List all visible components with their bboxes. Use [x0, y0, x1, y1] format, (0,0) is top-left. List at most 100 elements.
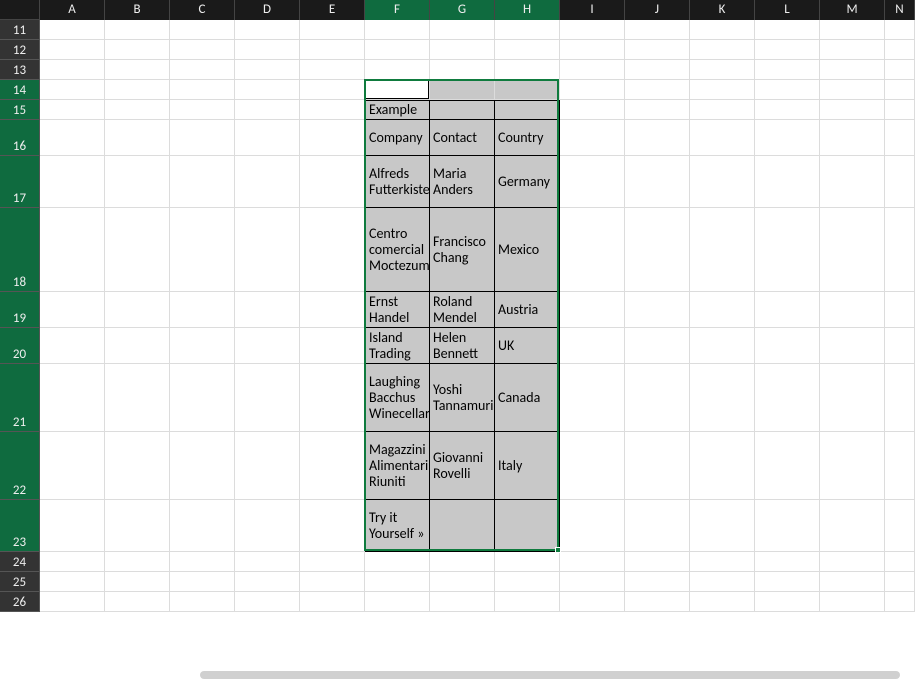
cell-B15[interactable]	[105, 100, 170, 120]
cell-J18[interactable]	[625, 208, 690, 292]
cell-B13[interactable]	[105, 60, 170, 80]
cell-D25[interactable]	[235, 572, 300, 592]
cell-J21[interactable]	[625, 364, 690, 432]
cell-N18[interactable]	[885, 208, 915, 292]
column-header-G[interactable]: G	[430, 0, 495, 20]
cell-B17[interactable]	[105, 156, 170, 208]
cell-F26[interactable]	[365, 592, 430, 612]
cell-K16[interactable]	[690, 120, 755, 156]
cell-H24[interactable]	[495, 552, 560, 572]
cell-I15[interactable]	[560, 100, 625, 120]
cell-G16[interactable]: Contact	[430, 120, 495, 156]
horizontal-scrollbar[interactable]	[200, 671, 900, 679]
cell-M20[interactable]	[820, 328, 885, 364]
cell-N21[interactable]	[885, 364, 915, 432]
cell-J11[interactable]	[625, 20, 690, 40]
cell-N14[interactable]	[885, 80, 915, 100]
cell-N22[interactable]	[885, 432, 915, 500]
row-header-11[interactable]: 11	[0, 20, 40, 40]
cell-E11[interactable]	[300, 20, 365, 40]
cell-D23[interactable]	[235, 500, 300, 552]
cell-H14[interactable]	[495, 80, 560, 100]
cell-N23[interactable]	[885, 500, 915, 552]
cell-J24[interactable]	[625, 552, 690, 572]
cell-A22[interactable]	[40, 432, 105, 500]
cell-K17[interactable]	[690, 156, 755, 208]
select-all-corner[interactable]	[0, 0, 40, 20]
cell-N15[interactable]	[885, 100, 915, 120]
cell-F12[interactable]	[365, 40, 430, 60]
cell-L17[interactable]	[755, 156, 820, 208]
cell-B19[interactable]	[105, 292, 170, 328]
cell-A23[interactable]	[40, 500, 105, 552]
cell-J17[interactable]	[625, 156, 690, 208]
cell-L19[interactable]	[755, 292, 820, 328]
cell-K12[interactable]	[690, 40, 755, 60]
cell-G23[interactable]	[430, 500, 495, 552]
cell-M23[interactable]	[820, 500, 885, 552]
cell-B21[interactable]	[105, 364, 170, 432]
cell-F11[interactable]	[365, 20, 430, 40]
cell-G15[interactable]	[430, 100, 495, 120]
cell-F15[interactable]: Example	[365, 100, 430, 120]
cell-H25[interactable]	[495, 572, 560, 592]
row-header-25[interactable]: 25	[0, 572, 40, 592]
cell-G20[interactable]: Helen Bennett	[430, 328, 495, 364]
cell-G14[interactable]	[430, 80, 495, 100]
cell-B16[interactable]	[105, 120, 170, 156]
cell-I24[interactable]	[560, 552, 625, 572]
cell-E17[interactable]	[300, 156, 365, 208]
cell-M21[interactable]	[820, 364, 885, 432]
cell-H12[interactable]	[495, 40, 560, 60]
cell-J15[interactable]	[625, 100, 690, 120]
cell-C18[interactable]	[170, 208, 235, 292]
cell-C16[interactable]	[170, 120, 235, 156]
cell-D18[interactable]	[235, 208, 300, 292]
cell-K26[interactable]	[690, 592, 755, 612]
cell-L12[interactable]	[755, 40, 820, 60]
cell-D16[interactable]	[235, 120, 300, 156]
cell-M13[interactable]	[820, 60, 885, 80]
cell-N20[interactable]	[885, 328, 915, 364]
cell-H21[interactable]: Canada	[495, 364, 560, 432]
cell-E22[interactable]	[300, 432, 365, 500]
cell-C24[interactable]	[170, 552, 235, 572]
cell-G19[interactable]: Roland Mendel	[430, 292, 495, 328]
cell-N12[interactable]	[885, 40, 915, 60]
cell-E24[interactable]	[300, 552, 365, 572]
cell-L13[interactable]	[755, 60, 820, 80]
column-header-C[interactable]: C	[170, 0, 235, 20]
cell-B18[interactable]	[105, 208, 170, 292]
cell-M14[interactable]	[820, 80, 885, 100]
cell-A18[interactable]	[40, 208, 105, 292]
column-header-D[interactable]: D	[235, 0, 300, 20]
cell-K15[interactable]	[690, 100, 755, 120]
cell-A17[interactable]	[40, 156, 105, 208]
cell-A12[interactable]	[40, 40, 105, 60]
cell-G17[interactable]: Maria Anders	[430, 156, 495, 208]
cell-L24[interactable]	[755, 552, 820, 572]
row-header-21[interactable]: 21	[0, 364, 40, 432]
cell-E15[interactable]	[300, 100, 365, 120]
cell-K13[interactable]	[690, 60, 755, 80]
row-header-19[interactable]: 19	[0, 292, 40, 328]
column-header-I[interactable]: I	[560, 0, 625, 20]
cell-J25[interactable]	[625, 572, 690, 592]
cell-G18[interactable]: Francisco Chang	[430, 208, 495, 292]
cell-A26[interactable]	[40, 592, 105, 612]
cell-K19[interactable]	[690, 292, 755, 328]
cell-J13[interactable]	[625, 60, 690, 80]
cell-J12[interactable]	[625, 40, 690, 60]
cell-L25[interactable]	[755, 572, 820, 592]
cell-D11[interactable]	[235, 20, 300, 40]
cell-M18[interactable]	[820, 208, 885, 292]
cell-I25[interactable]	[560, 572, 625, 592]
cell-I13[interactable]	[560, 60, 625, 80]
cell-C20[interactable]	[170, 328, 235, 364]
cell-M25[interactable]	[820, 572, 885, 592]
cell-A19[interactable]	[40, 292, 105, 328]
cell-D24[interactable]	[235, 552, 300, 572]
cell-B22[interactable]	[105, 432, 170, 500]
cell-A24[interactable]	[40, 552, 105, 572]
cell-B26[interactable]	[105, 592, 170, 612]
